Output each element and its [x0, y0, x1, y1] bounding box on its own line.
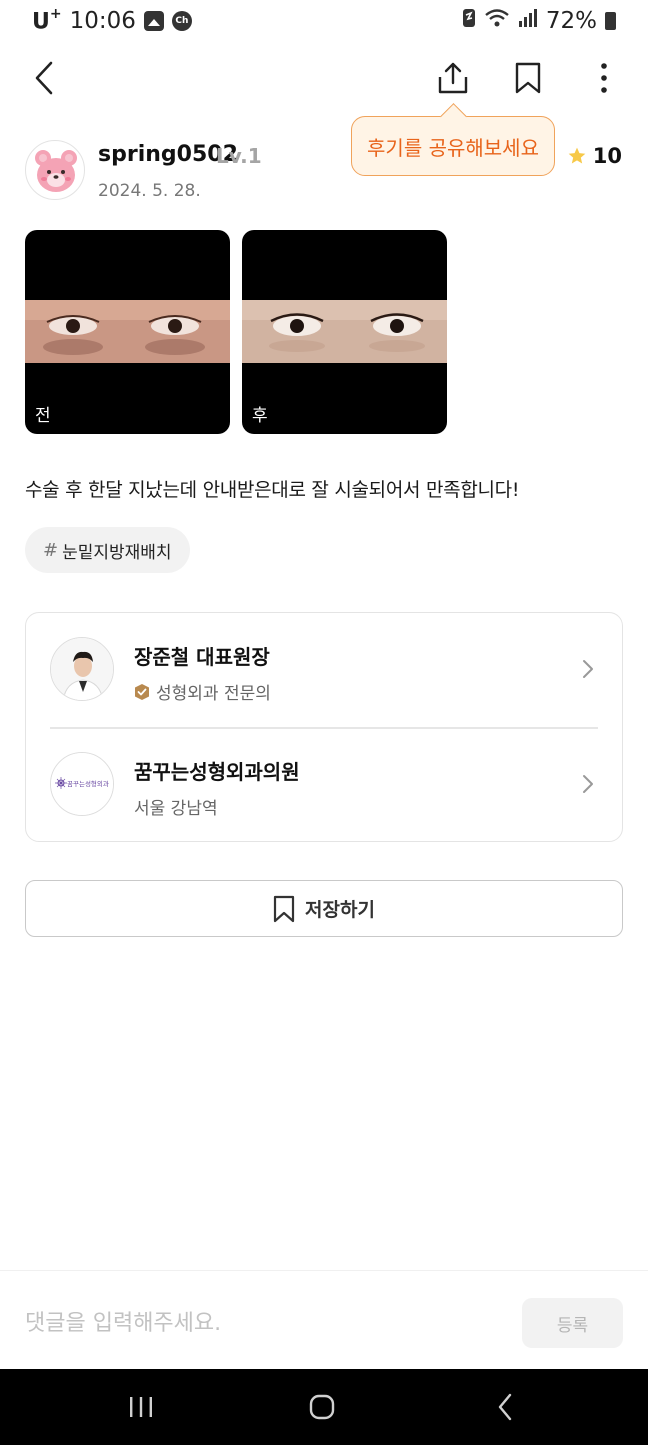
share-icon [438, 62, 468, 94]
author-level: Lv.1 [216, 144, 262, 168]
chevron-right-icon [583, 660, 593, 678]
after-photo[interactable]: 후 [242, 230, 447, 434]
carrier-label: U+ [32, 6, 62, 35]
location-label: 서울 강남역 [134, 799, 218, 819]
clinic-name: 꿈꾸는성형외과의원 [134, 760, 300, 784]
save-button[interactable]: 저장하기 [25, 880, 623, 937]
bookmark-icon [273, 895, 295, 922]
doctor-row[interactable]: 장준철 대표원장 성형외과 전문의 [26, 613, 622, 727]
top-navigation [0, 52, 648, 108]
submit-comment-button[interactable]: 등록 [522, 1298, 623, 1348]
back-button[interactable] [20, 52, 68, 104]
signal-icon [518, 8, 538, 34]
verified-badge-icon [135, 683, 149, 700]
clock: 10:06 [69, 8, 136, 35]
save-button-label: 저장하기 [305, 899, 375, 921]
back-icon [498, 1393, 512, 1421]
review-text: 수술 후 한달 지났는데 안내받은대로 잘 시술되어서 만족합니다! [25, 479, 520, 501]
battery-text: 72% [545, 8, 597, 34]
post-date: 2024. 5. 28. [98, 181, 201, 201]
wifi-icon [484, 8, 510, 34]
chevron-right-icon [583, 775, 593, 793]
share-button[interactable] [429, 52, 477, 104]
clinic-logo-icon: 꿈꾸는성형외과 [51, 753, 113, 815]
specialty-label: 성형외과 전문의 [156, 684, 271, 704]
before-label: 전 [35, 406, 51, 426]
comment-bar: 등록 [0, 1270, 648, 1369]
home-icon [309, 1394, 335, 1420]
hash-symbol: # [43, 539, 59, 561]
star-icon [568, 147, 586, 164]
rating-value: 10 [592, 144, 622, 168]
comment-input[interactable] [25, 1301, 495, 1345]
system-navigation-bar [0, 1369, 648, 1445]
before-photo[interactable]: 전 [25, 230, 230, 434]
system-back-button[interactable] [475, 1383, 535, 1431]
recent-apps-button[interactable] [111, 1383, 171, 1431]
hashtag-label: 눈밑지방재배치 [62, 542, 172, 563]
clinic-location: 서울 강남역 [134, 794, 218, 819]
status-bar: U+ 10:06 Ch 72% [0, 0, 648, 44]
gallery-icon [143, 11, 164, 32]
battery-icon [605, 12, 616, 30]
doctor-photo [50, 637, 114, 701]
more-options-button[interactable] [580, 52, 628, 104]
doctor-name: 장준철 대표원장 [134, 645, 270, 669]
eyes-photo-after [242, 300, 447, 363]
recent-apps-icon [130, 1397, 152, 1417]
more-vertical-icon [601, 63, 607, 93]
share-tooltip: 후기를 공유해보세요 [351, 116, 555, 176]
bear-avatar-icon [35, 150, 77, 192]
bookmark-icon [515, 62, 541, 94]
eyes-photo-before [25, 300, 230, 363]
svg-text:꿈꾸는성형외과: 꿈꾸는성형외과 [67, 779, 109, 788]
clinic-logo: 꿈꾸는성형외과 [50, 752, 114, 816]
doctor-portrait-icon [51, 638, 113, 700]
rating: 10 [567, 144, 622, 168]
home-button[interactable] [292, 1383, 352, 1431]
status-left: U+ 10:06 Ch [32, 6, 192, 35]
bookmark-button[interactable] [504, 52, 552, 104]
avatar[interactable] [25, 140, 85, 200]
doctor-clinic-card: 장준철 대표원장 성형외과 전문의 꿈꾸는성형외과 꿈꾸는성형외과의원 서울 강… [25, 612, 623, 842]
after-label: 후 [252, 406, 268, 426]
hashtag-chip[interactable]: # 눈밑지방재배치 [25, 527, 190, 573]
clinic-row[interactable]: 꿈꾸는성형외과 꿈꾸는성형외과의원 서울 강남역 [26, 728, 622, 842]
status-right: 72% [462, 8, 616, 34]
nfc-icon [462, 8, 476, 34]
chat-icon: Ch [171, 11, 192, 32]
doctor-specialty: 성형외과 전문의 [134, 679, 271, 704]
back-arrow-icon [35, 61, 53, 95]
tooltip-text: 후기를 공유해보세요 [367, 135, 539, 160]
